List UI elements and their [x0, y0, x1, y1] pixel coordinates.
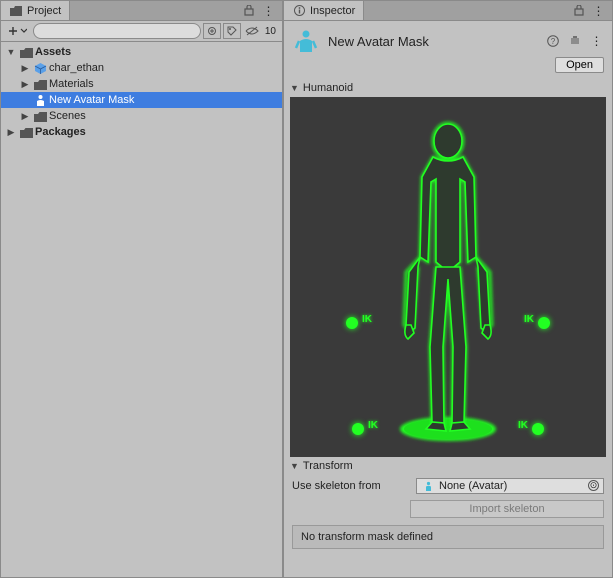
- open-row: Open: [284, 57, 612, 79]
- avatar-mask-icon: [33, 93, 47, 107]
- skeleton-row: Use skeleton from None (Avatar) ⊙: [284, 475, 612, 497]
- filter-label-button[interactable]: [223, 23, 241, 39]
- lock-icon[interactable]: [572, 4, 586, 18]
- info-icon: [292, 4, 306, 18]
- expand-arrow-icon: ▼: [5, 47, 17, 57]
- packages-label: Packages: [35, 126, 86, 138]
- avatar-mask-icon: [292, 27, 320, 55]
- scenes-label: Scenes: [49, 110, 86, 122]
- folder-icon: [33, 109, 47, 123]
- object-picker-icon[interactable]: ⊙: [588, 480, 599, 491]
- import-row: Import skeleton: [284, 497, 612, 521]
- no-mask-info: No transform mask defined: [292, 525, 604, 549]
- folder-icon: [19, 45, 33, 59]
- asset-header: New Avatar Mask ? ⋮: [284, 21, 612, 57]
- avatar-field-text: None (Avatar): [439, 480, 507, 492]
- help-icon[interactable]: ?: [546, 34, 560, 48]
- tree-avatar-mask[interactable]: New Avatar Mask: [1, 92, 282, 108]
- humanoid-diagram[interactable]: IK IK IK IK: [290, 97, 606, 457]
- humanoid-header[interactable]: ▼ Humanoid: [284, 79, 612, 97]
- char-ethan-label: char_ethan: [49, 62, 104, 74]
- assets-label: Assets: [35, 46, 71, 58]
- expand-arrow-icon: ▶: [19, 111, 31, 122]
- ik-dot-right-foot[interactable]: [532, 423, 544, 435]
- folder-icon: [19, 125, 33, 139]
- project-panel: Project ⋮ 10 ▼: [0, 0, 283, 578]
- ik-dot-right-hand[interactable]: [538, 317, 550, 329]
- transform-label: Transform: [303, 460, 353, 472]
- ellipsis-icon[interactable]: ⋮: [592, 4, 606, 18]
- project-tab[interactable]: Project: [1, 1, 70, 20]
- hidden-toggle[interactable]: [243, 23, 261, 39]
- avatar-object-field[interactable]: None (Avatar) ⊙: [416, 478, 604, 494]
- skeleton-label: Use skeleton from: [292, 480, 410, 492]
- tree-assets[interactable]: ▼ Assets: [1, 44, 282, 60]
- inspector-tab[interactable]: Inspector: [284, 1, 364, 20]
- tree-packages[interactable]: ▶ Packages: [1, 124, 282, 140]
- expand-arrow-icon: ▶: [19, 63, 31, 74]
- lock-icon[interactable]: [242, 4, 256, 18]
- open-button[interactable]: Open: [555, 57, 604, 73]
- tree-char-ethan[interactable]: ▶ char_ethan: [1, 60, 282, 76]
- ik-label: IK: [368, 420, 378, 431]
- project-tab-label: Project: [27, 5, 61, 17]
- tree-materials[interactable]: ▶ Materials: [1, 76, 282, 92]
- avatar-mask-label: New Avatar Mask: [49, 94, 134, 106]
- ellipsis-icon[interactable]: ⋮: [262, 4, 276, 18]
- ik-label: IK: [362, 314, 372, 325]
- project-tab-bar: Project ⋮: [1, 1, 282, 21]
- chevron-down-icon: ▼: [290, 461, 299, 471]
- transform-header[interactable]: ▼ Transform: [284, 457, 612, 475]
- ik-dot-left-hand[interactable]: [346, 317, 358, 329]
- filter-type-button[interactable]: [203, 23, 221, 39]
- import-skeleton-button: Import skeleton: [410, 500, 604, 518]
- chevron-down-icon: ▼: [290, 83, 299, 93]
- search-input[interactable]: [33, 23, 201, 39]
- svg-text:?: ?: [551, 37, 556, 46]
- materials-label: Materials: [49, 78, 94, 90]
- ik-dot-left-foot[interactable]: [352, 423, 364, 435]
- hidden-count: 10: [263, 26, 278, 37]
- search-wrap: [33, 23, 201, 39]
- inspector-panel: Inspector ⋮ New Avatar Mask ? ⋮ Open: [283, 0, 613, 578]
- project-toolbar: 10: [1, 21, 282, 42]
- folder-icon: [33, 77, 47, 91]
- inspector-tab-bar: Inspector ⋮: [284, 1, 612, 21]
- expand-arrow-icon: ▶: [19, 79, 31, 90]
- humanoid-label: Humanoid: [303, 82, 353, 94]
- preset-icon[interactable]: [568, 34, 582, 48]
- add-button[interactable]: [5, 23, 31, 39]
- inspector-title: New Avatar Mask: [328, 34, 538, 49]
- ik-label: IK: [518, 420, 528, 431]
- folder-icon: [9, 4, 23, 18]
- avatar-icon: [421, 479, 435, 493]
- tree-scenes[interactable]: ▶ Scenes: [1, 108, 282, 124]
- expand-arrow-icon: ▶: [5, 127, 17, 138]
- prefab-icon: [33, 61, 47, 75]
- ik-label: IK: [524, 314, 534, 325]
- ellipsis-icon[interactable]: ⋮: [590, 34, 604, 48]
- project-tree: ▼ Assets ▶ char_ethan ▶ Materials New Av…: [1, 42, 282, 577]
- inspector-tab-label: Inspector: [310, 5, 355, 17]
- humanoid-svg: [348, 107, 548, 447]
